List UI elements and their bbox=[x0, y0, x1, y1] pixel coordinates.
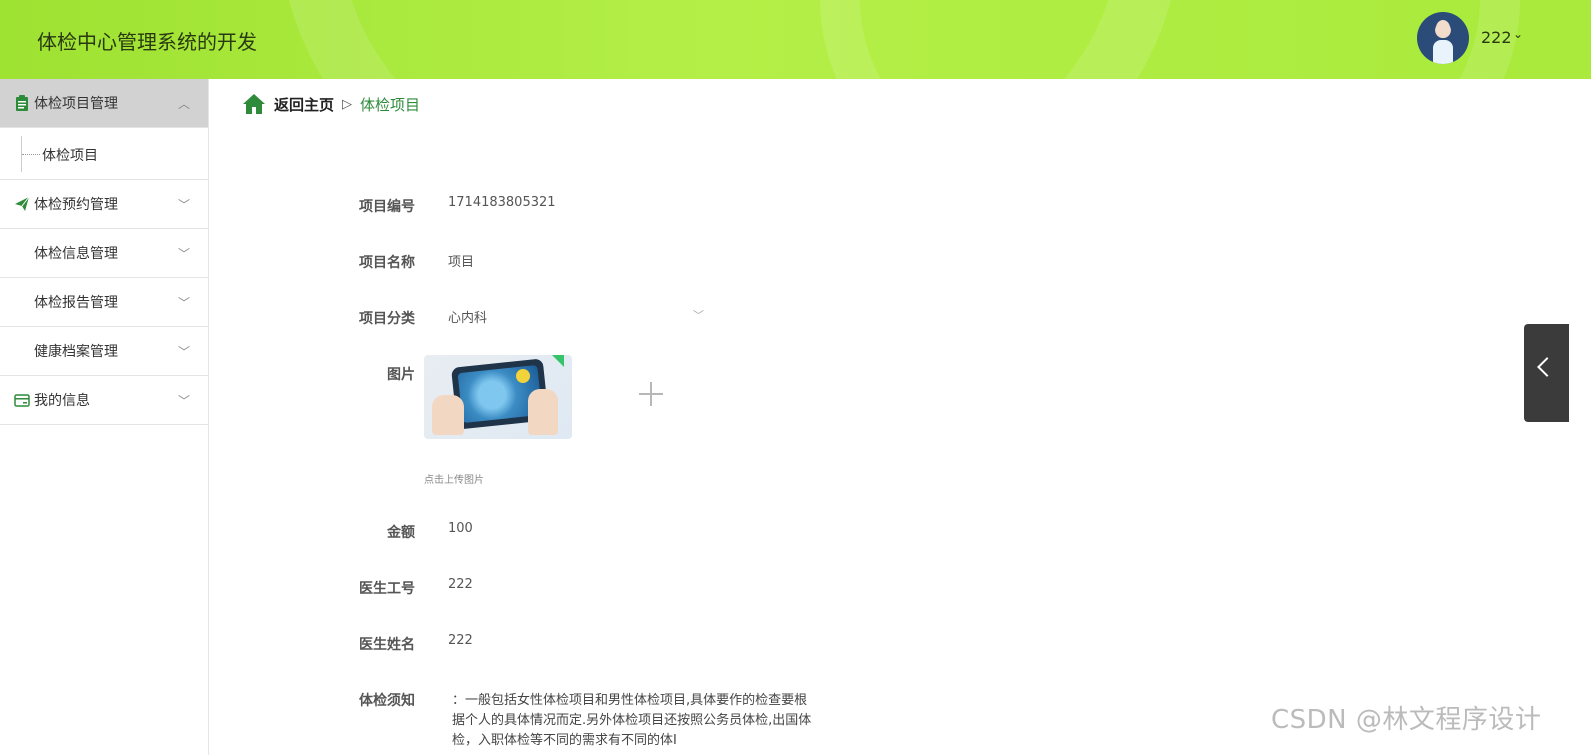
chevron-down-icon: ﹀ bbox=[177, 247, 190, 261]
sidebar-submenu: 体检项目 bbox=[0, 128, 208, 180]
grid-icon bbox=[14, 343, 30, 359]
sidebar-item-label: 体检项目管理 bbox=[34, 96, 118, 112]
sidebar-item-project-management[interactable]: 体检项目管理 ︿ bbox=[0, 79, 208, 128]
image-label: 图片 bbox=[387, 367, 415, 383]
project-no-field[interactable]: 1714183805321 bbox=[448, 195, 556, 210]
upload-plus-icon[interactable] bbox=[639, 382, 663, 406]
home-icon[interactable] bbox=[242, 93, 266, 115]
submenu-connector bbox=[22, 154, 40, 155]
category-select[interactable]: 心内科 bbox=[448, 307, 487, 326]
notice-label: 体检须知 bbox=[359, 693, 415, 709]
chevron-down-icon: ﹀ bbox=[177, 345, 190, 359]
chevron-down-icon: ﹀ bbox=[177, 394, 190, 408]
user-dropdown-icon[interactable]: ⌄ bbox=[1513, 27, 1523, 41]
sidebar-item-label: 体检报告管理 bbox=[34, 295, 118, 311]
avatar-head bbox=[1436, 20, 1450, 36]
breadcrumb: 返回主页 ▷ 体检项目 bbox=[242, 92, 420, 116]
sidebar-item-label: 体检预约管理 bbox=[34, 197, 118, 213]
main-content: 返回主页 ▷ 体检项目 项目编号 1714183805321 项目名称 项目 项… bbox=[209, 79, 1591, 755]
amount-field[interactable]: 100 bbox=[448, 521, 473, 536]
breadcrumb-current: 体检项目 bbox=[360, 95, 421, 114]
project-name-field[interactable]: 项目 bbox=[448, 251, 474, 270]
sidebar-item-label: 健康档案管理 bbox=[34, 344, 118, 360]
chevron-left-icon bbox=[1537, 357, 1557, 377]
project-name-label: 项目名称 bbox=[359, 255, 415, 271]
amount-label: 金额 bbox=[387, 525, 415, 541]
avatar-body bbox=[1433, 40, 1453, 64]
header-decoration bbox=[820, 0, 1520, 79]
sidebar-item-report-management[interactable]: 体检报告管理 ﹀ bbox=[0, 278, 208, 327]
top-header: 体检中心管理系统的开发 222 ⌄ bbox=[0, 0, 1591, 79]
user-avatar[interactable] bbox=[1417, 12, 1469, 64]
sidebar-subitem-project[interactable]: 体检项目 bbox=[42, 145, 98, 165]
chevron-down-icon: ﹀ bbox=[177, 198, 190, 212]
project-no-label: 项目编号 bbox=[359, 199, 415, 215]
sidebar-item-my-info[interactable]: 我的信息 ﹀ bbox=[0, 376, 208, 425]
send-icon bbox=[15, 196, 30, 211]
breadcrumb-separator: ▷ bbox=[342, 96, 353, 112]
doctor-name-field[interactable]: 222 bbox=[448, 633, 473, 648]
sidebar-item-health-records[interactable]: 健康档案管理 ﹀ bbox=[0, 327, 208, 376]
sidebar-item-info-management[interactable]: 体检信息管理 ﹀ bbox=[0, 229, 208, 278]
sidebar: 体检项目管理 ︿ 体检项目 体检预约管理 ﹀ 体检信息管理 ﹀ 体检报告管理 ﹀… bbox=[0, 79, 209, 755]
image-hand-left bbox=[432, 395, 464, 435]
sidebar-item-label: 我的信息 bbox=[34, 393, 90, 409]
grid-icon bbox=[14, 294, 30, 310]
image-corner-badge bbox=[552, 355, 564, 367]
sidebar-item-appointment-management[interactable]: 体检预约管理 ﹀ bbox=[0, 180, 208, 229]
app-title: 体检中心管理系统的开发 bbox=[37, 30, 257, 54]
chevron-down-icon[interactable]: ﹀ bbox=[693, 307, 704, 323]
card-icon bbox=[14, 394, 30, 407]
chevron-up-icon: ︿ bbox=[177, 97, 190, 111]
user-name[interactable]: 222 bbox=[1481, 28, 1512, 47]
doctor-id-field[interactable]: 222 bbox=[448, 577, 473, 592]
upload-hint: 点击上传图片 bbox=[424, 475, 484, 486]
notice-textarea[interactable]: ：一般包括女性体检项目和男性体检项目,具体要作的检查要根据个人的具体情况而定.另… bbox=[452, 691, 812, 751]
watermark: CSDN @林文程序设计 bbox=[1271, 705, 1542, 735]
image-medical-cross bbox=[516, 369, 530, 383]
clipboard-icon bbox=[16, 95, 28, 111]
category-label: 项目分类 bbox=[359, 311, 415, 327]
breadcrumb-home-link[interactable]: 返回主页 bbox=[274, 94, 334, 115]
image-hand-right bbox=[528, 389, 558, 435]
side-collapse-tab[interactable] bbox=[1524, 324, 1569, 422]
chevron-down-icon: ﹀ bbox=[177, 296, 190, 310]
doctor-id-label: 医生工号 bbox=[359, 581, 415, 597]
doctor-name-label: 医生姓名 bbox=[359, 637, 415, 653]
grid-icon bbox=[14, 245, 30, 261]
sidebar-item-label: 体检信息管理 bbox=[34, 246, 118, 262]
uploaded-image-thumbnail[interactable] bbox=[424, 355, 572, 439]
